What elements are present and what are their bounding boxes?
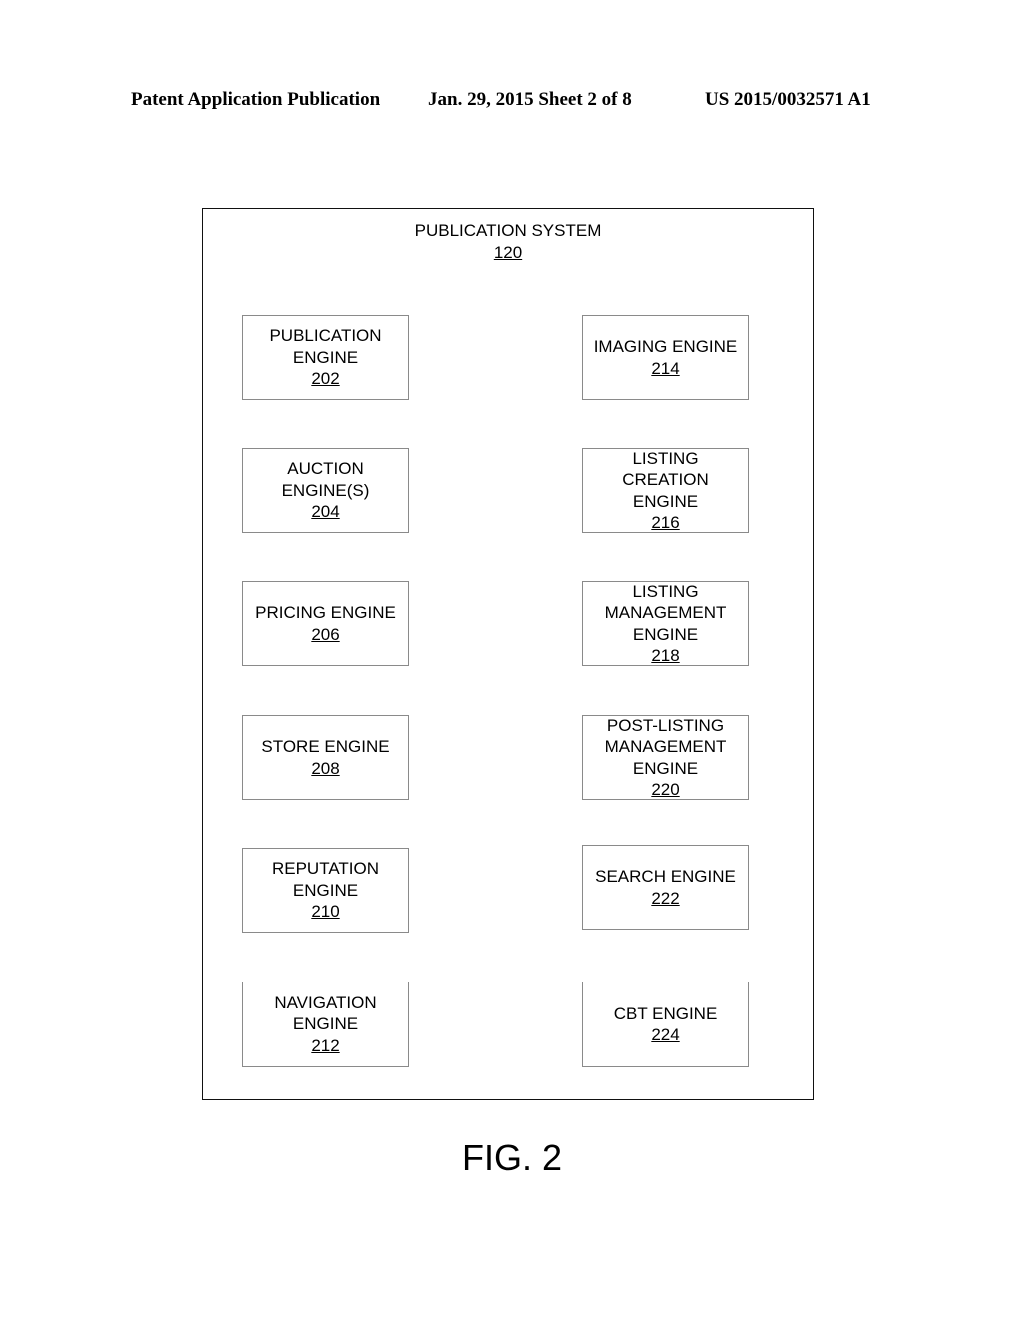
- figure-label: FIG. 2: [461, 1137, 563, 1178]
- box-ref: 220: [651, 780, 680, 799]
- box-label-line: IMAGING ENGINE: [593, 337, 738, 356]
- box-label-line: REPUTATION: [271, 859, 380, 879]
- publication-engine-box: PUBLICATION ENGINE 202: [242, 315, 409, 400]
- box-ref: 212: [311, 1035, 340, 1055]
- reputation-engine-box: REPUTATION ENGINE 210: [242, 848, 409, 933]
- box-label-line: LISTING: [632, 448, 699, 468]
- box-label-line: SEARCH ENGINE: [595, 867, 736, 886]
- patent-header: Patent Application Publication Jan. 29, …: [0, 89, 1024, 113]
- system-title: PUBLICATION SYSTEM: [414, 221, 602, 240]
- box-ref: 216: [651, 513, 680, 532]
- box-label-line: PUBLICATION: [269, 326, 382, 346]
- system-ref: 120: [493, 243, 523, 262]
- box-label-line: STORE ENGINE: [261, 737, 390, 756]
- box-ref: 214: [651, 358, 680, 378]
- box-label-line: ENGINE(S): [281, 480, 370, 500]
- box-ref: 208: [311, 758, 340, 778]
- box-label-line: ENGINE: [292, 880, 359, 900]
- publication-type: Patent Application Publication: [131, 89, 381, 110]
- box-ref: 206: [311, 624, 340, 644]
- publication-number: US 2015/0032571 A1: [705, 89, 871, 110]
- post-listing-management-engine-box: POST-LISTING MANAGEMENT ENGINE 220: [582, 715, 749, 800]
- box-ref: 202: [311, 369, 340, 389]
- box-label-line: CBT ENGINE: [613, 1003, 718, 1023]
- box-ref: 218: [651, 646, 680, 665]
- store-engine-box: STORE ENGINE 208: [242, 715, 409, 800]
- box-label-line: ENGINE: [632, 491, 699, 511]
- box-label-line: MANAGEMENT: [604, 737, 727, 756]
- box-label-line: LISTING: [632, 581, 699, 601]
- box-label-line: AUCTION: [287, 459, 364, 479]
- listing-management-engine-box: LISTING MANAGEMENT ENGINE 218: [582, 581, 749, 666]
- box-label-line: POST-LISTING: [606, 715, 725, 735]
- box-ref: 210: [311, 902, 340, 922]
- navigation-engine-box: NAVIGATION ENGINE 212: [242, 982, 409, 1067]
- auction-engine-box: AUCTION ENGINE(S) 204: [242, 448, 409, 533]
- search-engine-box: SEARCH ENGINE 222: [582, 845, 749, 930]
- box-ref: 224: [651, 1025, 680, 1044]
- listing-creation-engine-box: LISTING CREATION ENGINE 216: [582, 448, 749, 533]
- publication-system-label: PUBLICATION SYSTEM 120: [203, 220, 813, 264]
- box-label-line: CREATION: [622, 470, 709, 489]
- box-label-line: ENGINE: [292, 347, 359, 367]
- box-label-line: ENGINE: [292, 1014, 359, 1034]
- box-ref: 204: [311, 502, 340, 522]
- cbt-engine-box: CBT ENGINE 224: [582, 982, 749, 1067]
- box-ref: 222: [651, 888, 680, 908]
- pricing-engine-box: PRICING ENGINE 206: [242, 581, 409, 666]
- box-label-line: ENGINE: [632, 624, 699, 644]
- box-label-line: ENGINE: [632, 758, 699, 778]
- box-label-line: MANAGEMENT: [604, 603, 727, 622]
- date-sheet: Jan. 29, 2015 Sheet 2 of 8: [428, 89, 632, 110]
- box-label-line: PRICING ENGINE: [255, 603, 396, 622]
- imaging-engine-box: IMAGING ENGINE 214: [582, 315, 749, 400]
- box-label-line: NAVIGATION: [274, 992, 377, 1012]
